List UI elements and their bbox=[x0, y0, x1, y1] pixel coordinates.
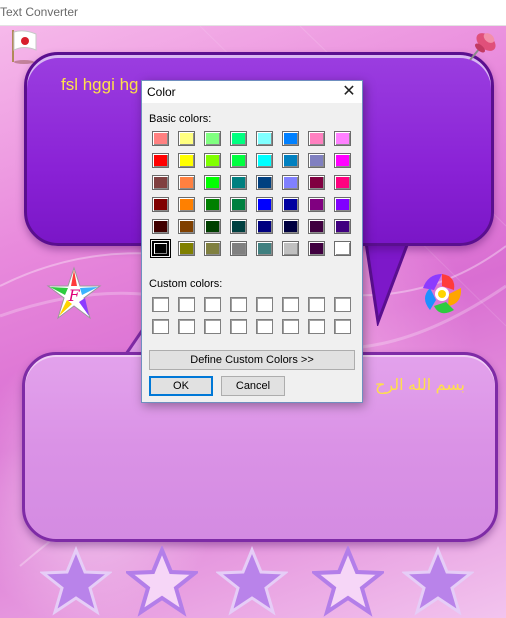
basic-color-swatch[interactable] bbox=[178, 131, 195, 146]
flag-icon[interactable] bbox=[8, 28, 40, 64]
basic-color-swatch[interactable] bbox=[204, 153, 221, 168]
custom-color-swatch[interactable] bbox=[230, 319, 247, 334]
basic-color-swatch[interactable] bbox=[308, 153, 325, 168]
dialog-titlebar[interactable]: Color ✕ bbox=[142, 81, 362, 103]
basic-color-swatch[interactable] bbox=[256, 175, 273, 190]
basic-color-swatch[interactable] bbox=[334, 197, 351, 212]
app-titlebar: Text Converter bbox=[0, 0, 506, 26]
basic-color-swatch[interactable] bbox=[204, 131, 221, 146]
star-icon[interactable] bbox=[312, 546, 384, 618]
basic-color-swatch[interactable] bbox=[178, 219, 195, 234]
basic-color-swatch[interactable] bbox=[334, 153, 351, 168]
custom-color-swatch[interactable] bbox=[334, 297, 351, 312]
basic-color-swatch[interactable] bbox=[282, 219, 299, 234]
basic-color-swatch[interactable] bbox=[308, 131, 325, 146]
basic-color-swatch[interactable] bbox=[334, 175, 351, 190]
svg-text:F: F bbox=[67, 286, 80, 305]
basic-color-swatch[interactable] bbox=[256, 241, 273, 256]
basic-color-swatch[interactable] bbox=[308, 241, 325, 256]
custom-color-swatch[interactable] bbox=[282, 319, 299, 334]
basic-color-swatch[interactable] bbox=[230, 153, 247, 168]
basic-color-swatch[interactable] bbox=[334, 219, 351, 234]
custom-color-swatch[interactable] bbox=[334, 319, 351, 334]
basic-color-swatch[interactable] bbox=[282, 131, 299, 146]
basic-color-swatch[interactable] bbox=[230, 241, 247, 256]
multicolor-star-icon[interactable]: F bbox=[46, 266, 102, 322]
dialog-title: Color bbox=[147, 85, 176, 99]
bottom-star-toolbar bbox=[0, 546, 506, 618]
custom-colors-label: Custom colors: bbox=[149, 278, 223, 290]
basic-color-swatch[interactable] bbox=[230, 175, 247, 190]
basic-color-swatch[interactable] bbox=[152, 175, 169, 190]
pushpin-icon[interactable] bbox=[462, 28, 500, 66]
custom-color-swatch[interactable] bbox=[178, 297, 195, 312]
basic-color-swatch[interactable] bbox=[152, 219, 169, 234]
cancel-button[interactable]: Cancel bbox=[221, 376, 285, 396]
basic-color-swatch[interactable] bbox=[282, 175, 299, 190]
basic-color-swatch[interactable] bbox=[178, 241, 195, 256]
define-custom-colors-button[interactable]: Define Custom Colors >> bbox=[149, 350, 355, 370]
basic-color-swatch[interactable] bbox=[230, 197, 247, 212]
star-icon[interactable] bbox=[216, 546, 288, 618]
basic-color-swatch[interactable] bbox=[334, 241, 351, 256]
basic-color-swatch[interactable] bbox=[282, 153, 299, 168]
star-icon[interactable] bbox=[40, 546, 112, 618]
basic-color-swatch[interactable] bbox=[178, 153, 195, 168]
custom-color-swatch[interactable] bbox=[178, 319, 195, 334]
basic-color-swatch[interactable] bbox=[150, 239, 171, 258]
basic-color-swatch[interactable] bbox=[256, 153, 273, 168]
basic-color-swatch[interactable] bbox=[308, 197, 325, 212]
custom-color-swatch[interactable] bbox=[204, 319, 221, 334]
basic-color-swatch[interactable] bbox=[152, 153, 169, 168]
basic-color-swatch[interactable] bbox=[204, 175, 221, 190]
basic-color-swatch[interactable] bbox=[178, 197, 195, 212]
custom-color-swatch[interactable] bbox=[256, 319, 273, 334]
star-icon[interactable] bbox=[126, 546, 198, 618]
rainbow-flower-icon[interactable] bbox=[418, 270, 466, 318]
basic-colors-grid bbox=[150, 131, 362, 261]
basic-color-swatch[interactable] bbox=[178, 175, 195, 190]
custom-color-swatch[interactable] bbox=[230, 297, 247, 312]
basic-color-swatch[interactable] bbox=[230, 219, 247, 234]
basic-color-swatch[interactable] bbox=[282, 241, 299, 256]
custom-colors-grid bbox=[152, 297, 362, 337]
color-dialog: Color ✕ Basic colors: Custom colors: Def… bbox=[141, 80, 363, 403]
custom-color-swatch[interactable] bbox=[256, 297, 273, 312]
custom-color-swatch[interactable] bbox=[282, 297, 299, 312]
basic-color-swatch[interactable] bbox=[256, 131, 273, 146]
custom-color-swatch[interactable] bbox=[308, 319, 325, 334]
star-icon[interactable] bbox=[402, 546, 474, 618]
basic-color-swatch[interactable] bbox=[308, 175, 325, 190]
custom-color-swatch[interactable] bbox=[204, 297, 221, 312]
basic-color-swatch[interactable] bbox=[308, 219, 325, 234]
basic-color-swatch[interactable] bbox=[256, 197, 273, 212]
output-text[interactable]: بسم الله الرح bbox=[375, 375, 465, 395]
app-title: Text Converter bbox=[0, 5, 79, 19]
basic-color-swatch[interactable] bbox=[256, 219, 273, 234]
custom-color-swatch[interactable] bbox=[308, 297, 325, 312]
basic-color-swatch[interactable] bbox=[204, 241, 221, 256]
basic-color-swatch[interactable] bbox=[282, 197, 299, 212]
basic-color-swatch[interactable] bbox=[204, 219, 221, 234]
basic-color-swatch[interactable] bbox=[152, 197, 169, 212]
custom-color-swatch[interactable] bbox=[152, 319, 169, 334]
custom-color-swatch[interactable] bbox=[152, 297, 169, 312]
ok-button[interactable]: OK bbox=[149, 376, 213, 396]
close-icon[interactable]: ✕ bbox=[338, 82, 360, 102]
basic-color-swatch[interactable] bbox=[334, 131, 351, 146]
input-text[interactable]: fsl hggi hg bbox=[61, 75, 139, 95]
basic-color-swatch[interactable] bbox=[204, 197, 221, 212]
basic-colors-label: Basic colors: bbox=[149, 113, 212, 125]
basic-color-swatch[interactable] bbox=[230, 131, 247, 146]
basic-color-swatch[interactable] bbox=[152, 131, 169, 146]
